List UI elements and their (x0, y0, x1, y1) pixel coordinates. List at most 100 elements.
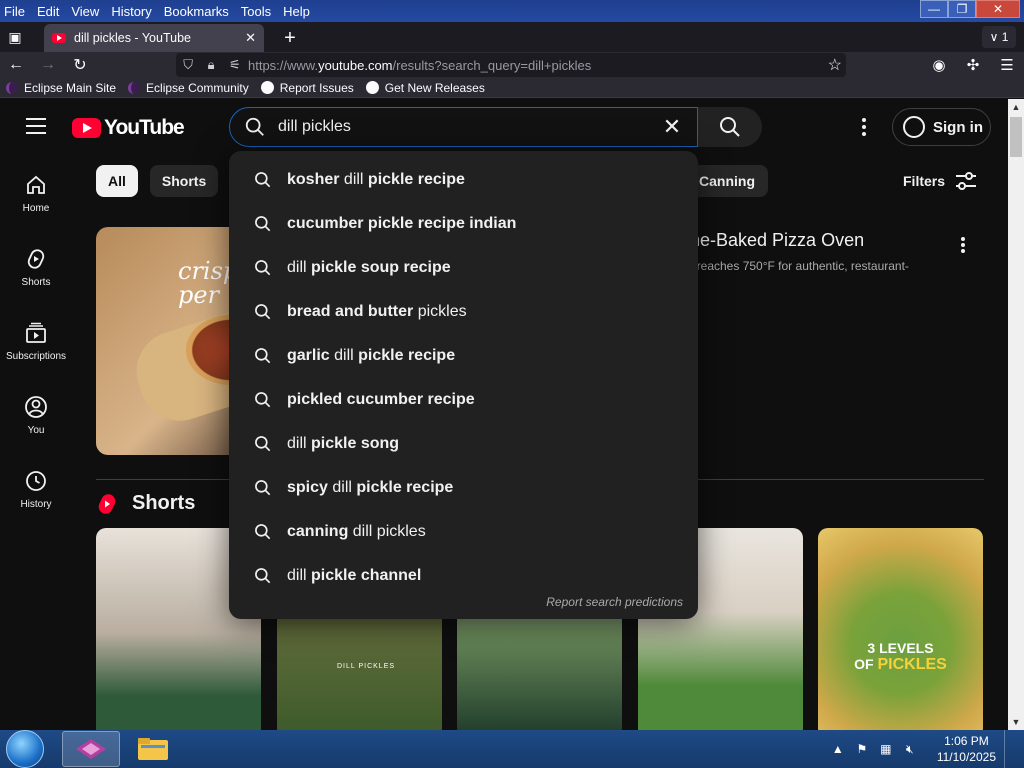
bookmark-eclipse-community[interactable]: Eclipse Community (128, 81, 249, 95)
suggestion-item[interactable]: cucumber pickle recipe indian (229, 202, 698, 246)
bookmark-get-new-releases[interactable]: Get New Releases (365, 81, 485, 95)
short-thumbnail[interactable]: 3 LEVELS OF PICKLES (818, 528, 983, 730)
account-icon[interactable]: ◉ (922, 52, 956, 78)
app-menu-icon[interactable]: ☰ (990, 52, 1024, 78)
close-window-button[interactable]: ✕ (976, 0, 1020, 18)
menu-help[interactable]: Help (283, 4, 310, 19)
youtube-logo[interactable]: YouTube (72, 116, 185, 140)
chip-canning[interactable]: Canning (686, 165, 768, 197)
suggestion-item[interactable]: dill pickle song (229, 422, 698, 466)
guide-item-history[interactable]: History (0, 451, 72, 525)
tab-close-icon[interactable]: ✕ (245, 30, 256, 46)
suggestion-text: kosher dill pickle recipe (287, 171, 465, 188)
taskbar: ▲ ⚑ ▦ 🔇︎ 1:06 PM 11/10/2025 (0, 730, 1024, 768)
suggestion-text: dill pickle channel (287, 567, 422, 584)
show-hidden-icons-icon[interactable]: ▲ (829, 742, 847, 756)
reload-icon[interactable]: ↻ (64, 52, 96, 78)
suggestion-item[interactable]: dill pickle channel (229, 554, 698, 598)
url-bar[interactable]: ⛉ 🔒︎ ⚟ https://www. youtube.com/results?s… (176, 53, 846, 77)
search-icon (255, 172, 271, 188)
home-icon (27, 175, 45, 194)
back-icon[interactable]: ← (0, 52, 32, 78)
report-predictions-link[interactable]: Report search predictions (546, 595, 683, 609)
filter-chips: All Shorts (96, 165, 230, 197)
network-icon[interactable]: ▦ (877, 742, 895, 756)
masthead: YouTube dill pickles ✕ Sign in (0, 99, 1008, 155)
menu-file[interactable]: File (4, 4, 25, 19)
scroll-up-icon[interactable]: ▲ (1008, 99, 1024, 115)
bookmarks-bar: Eclipse Main Site Eclipse Community Repo… (0, 78, 1024, 98)
new-tab-button[interactable]: + (276, 24, 304, 52)
you-icon (25, 396, 47, 418)
menu-bookmarks[interactable]: Bookmarks (164, 4, 229, 19)
short-overlay-text: DILL PICKLES (337, 663, 396, 670)
suggestion-text: cucumber pickle recipe indian (287, 215, 517, 232)
filters-icon (956, 172, 977, 190)
suggestion-item[interactable]: kosher dill pickle recipe (229, 158, 698, 202)
url-path: /results?search_query=dill+pickles (392, 57, 592, 73)
suggestion-item[interactable]: spicy dill pickle recipe (229, 466, 698, 510)
chip-shorts[interactable]: Shorts (149, 165, 219, 197)
lock-icon[interactable]: 🔒︎ (208, 57, 215, 73)
menu-view[interactable]: View (71, 4, 99, 19)
taskbar-file-explorer[interactable] (124, 731, 182, 767)
start-button[interactable] (6, 730, 44, 768)
guide-item-shorts[interactable]: Shorts (0, 229, 72, 303)
clear-search-icon[interactable]: ✕ (655, 114, 689, 140)
page-scrollbar[interactable]: ▲ ▼ (1008, 99, 1024, 730)
chip-all[interactable]: All (96, 165, 138, 197)
settings-kebab-icon[interactable] (860, 118, 868, 136)
search-input[interactable]: dill pickles ✕ (229, 107, 698, 147)
search-icon (255, 436, 271, 452)
guide-menu-icon[interactable] (26, 118, 46, 134)
suggestion-item[interactable]: garlic dill pickle recipe (229, 334, 698, 378)
suggestion-item[interactable]: bread and butter pickles (229, 290, 698, 334)
sign-in-button[interactable]: Sign in (892, 108, 991, 146)
menu-edit[interactable]: Edit (37, 4, 59, 19)
clock[interactable]: 1:06 PM 11/10/2025 (937, 733, 996, 765)
url-domain: youtube.com (318, 57, 393, 73)
filters-button[interactable]: Filters (903, 171, 977, 191)
suggestion-list: kosher dill pickle recipe cucumber pickle… (229, 158, 698, 598)
guide-item-you[interactable]: You (0, 377, 72, 451)
scrollbar-thumb[interactable] (1010, 117, 1022, 157)
guide-item-home[interactable]: Home (0, 155, 72, 229)
menu-tools[interactable]: Tools (241, 4, 271, 19)
search-button[interactable] (698, 107, 762, 147)
guide-item-subscriptions[interactable]: Subscriptions (0, 303, 72, 377)
tab-count-button[interactable]: ∨ 1 (982, 26, 1016, 48)
minimize-button[interactable]: — (920, 0, 948, 18)
short-overlay-text: 3 LEVELS OF PICKLES (854, 640, 947, 673)
permissions-icon[interactable]: ⚟ (229, 57, 241, 73)
action-center-icon[interactable]: ⚑ (853, 742, 871, 756)
suggestion-item[interactable]: canning dill pickles (229, 510, 698, 554)
volume-icon[interactable]: 🔇︎ (901, 742, 919, 757)
bookmark-star-icon[interactable]: ☆ (828, 55, 842, 75)
shorts-logo-icon (98, 493, 116, 514)
video-menu-icon[interactable] (959, 237, 967, 253)
extensions-icon[interactable]: ✣ (956, 52, 990, 78)
tab-youtube[interactable]: dill pickles - YouTube ✕ (44, 24, 264, 52)
scroll-down-icon[interactable]: ▼ (1008, 714, 1024, 730)
search-icon (255, 524, 271, 540)
shield-icon[interactable]: ⛉ (183, 57, 193, 73)
forward-icon[interactable]: → (32, 52, 64, 78)
menu-history[interactable]: History (111, 4, 151, 19)
tab-list-icon[interactable]: ▣ (0, 22, 30, 52)
shorts-icon (27, 249, 45, 269)
suggestion-item[interactable]: dill pickle soup recipe (229, 246, 698, 290)
search-icon (255, 304, 271, 320)
search-icon (255, 392, 271, 408)
suggestion-item[interactable]: pickled cucumber recipe (229, 378, 698, 422)
restore-button[interactable]: ❐ (948, 0, 976, 18)
search-suggestions: kosher dill pickle recipe cucumber pickle… (229, 151, 698, 619)
youtube-play-icon (72, 118, 101, 138)
suggestion-text: bread and butter pickles (287, 303, 467, 320)
bookmark-report-issues[interactable]: Report Issues (260, 81, 354, 95)
taskbar-eclipse-browser[interactable] (62, 731, 120, 767)
bookmark-eclipse-main[interactable]: Eclipse Main Site (6, 81, 116, 95)
show-desktop-button[interactable] (1004, 730, 1014, 768)
suggestion-text: dill pickle soup recipe (287, 259, 451, 276)
github-icon (365, 81, 379, 94)
video-title[interactable]: ne-Baked Pizza Oven (690, 230, 864, 251)
